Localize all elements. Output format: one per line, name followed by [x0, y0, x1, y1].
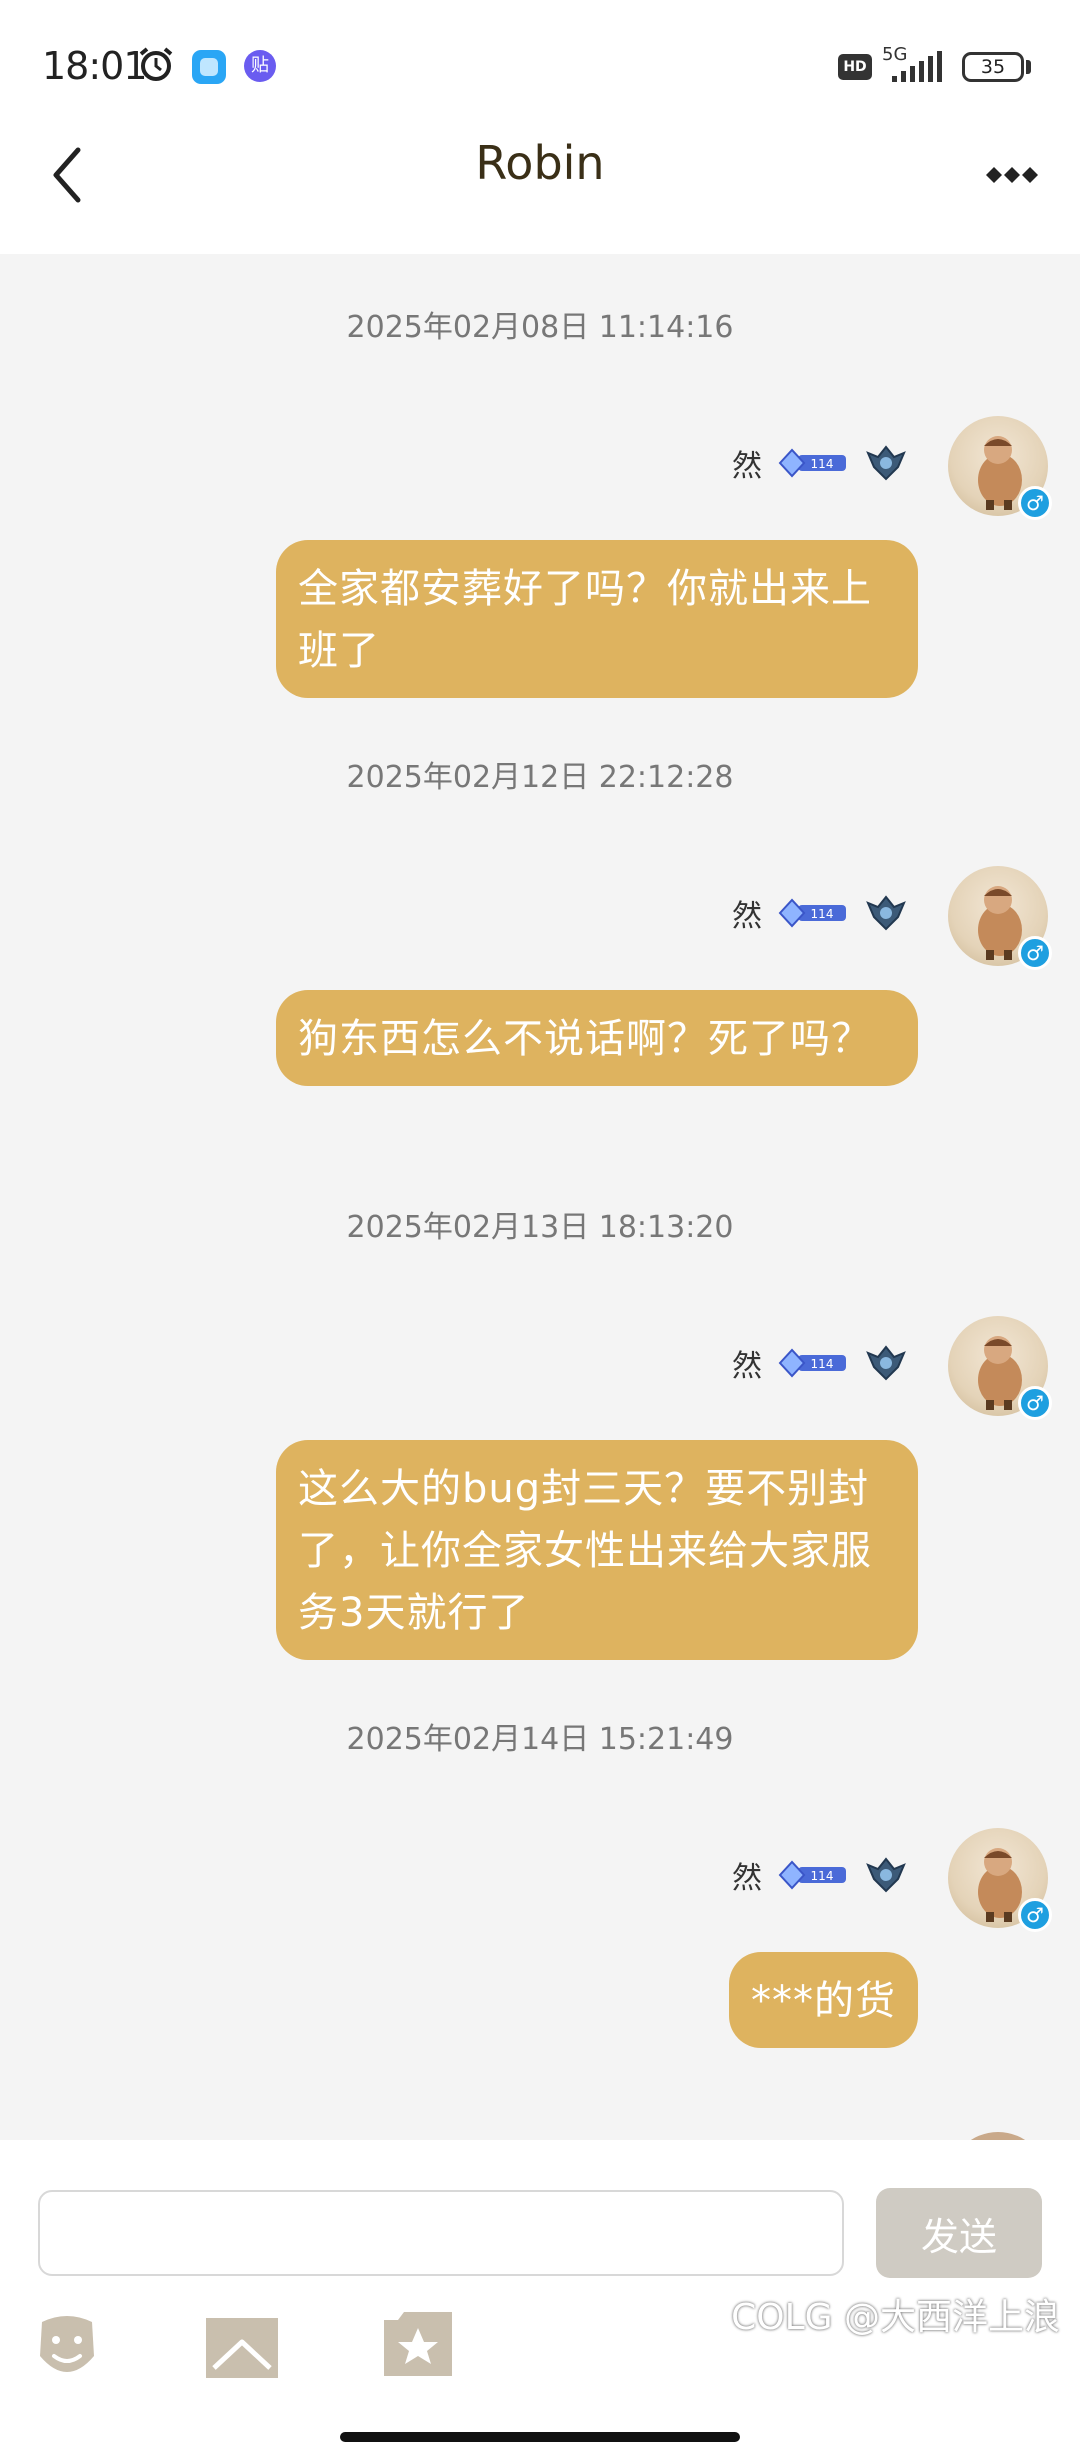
level-badge-icon: 114 [778, 1348, 846, 1378]
message-timestamp: 2025年02月08日 11:14:16 [346, 310, 734, 345]
watermark: COLG @大西洋上浪 [731, 2297, 1060, 2338]
status-time: 18:01 [42, 44, 148, 88]
sender-name: 然 [732, 899, 762, 934]
hd-indicator: HD [838, 54, 872, 80]
sender-name: 然 [732, 449, 762, 484]
rank-badge-icon [866, 445, 906, 481]
message-bubble[interactable]: 这么大的bug封三天？要不别封了，让你全家女性出来给大家服务3天就行了 [276, 1440, 918, 1660]
signal-icon [892, 51, 942, 82]
status-bar: 18:01 贴 HD 5G 35 [0, 0, 1080, 130]
sender-info: 然 114 [732, 888, 908, 938]
rank-badge-icon [866, 1857, 906, 1893]
send-button[interactable]: 发送 [876, 2188, 1042, 2278]
message-bubble[interactable]: 狗东西怎么不说话啊？死了吗？ [276, 990, 918, 1086]
level-badge-icon: 114 [778, 448, 846, 478]
svg-text:114: 114 [811, 1869, 834, 1883]
image-icon[interactable] [206, 2318, 278, 2378]
svg-text:114: 114 [811, 457, 834, 471]
message-input[interactable] [38, 2190, 844, 2276]
sticker-icon[interactable] [384, 2312, 452, 2376]
battery-tip [1026, 60, 1031, 74]
sender-info: 然 114 [732, 1850, 908, 1900]
message-timestamp: 2025年02月12日 22:12:28 [346, 760, 734, 795]
tieba-icon: 贴 [244, 50, 276, 82]
svg-text:114: 114 [811, 1357, 834, 1371]
gender-badge: ♂ [1018, 486, 1052, 520]
message-bubble[interactable]: ***的货 [729, 1952, 918, 2048]
message-timestamp: 2025年02月14日 15:21:49 [346, 1722, 734, 1757]
home-indicator[interactable] [340, 2432, 740, 2442]
message-composer: 发送 COLG @大西洋上浪 [0, 2140, 1080, 2460]
sender-name: 然 [732, 1349, 762, 1384]
gender-badge: ♂ [1018, 936, 1052, 970]
page-title: Robin [475, 136, 605, 190]
level-badge-icon: 114 [778, 898, 846, 928]
message-timestamp: 2025年02月13日 18:13:20 [346, 1210, 734, 1245]
sender-info: 然 114 [732, 438, 908, 488]
gender-badge: ♂ [1018, 1386, 1052, 1420]
sender-name: 然 [732, 1861, 762, 1896]
battery-level: 35 [980, 56, 1006, 78]
avatar[interactable] [948, 2132, 1048, 2140]
emoji-icon[interactable] [34, 2312, 100, 2382]
svg-text:114: 114 [811, 907, 834, 921]
sender-info: 然 114 [732, 1338, 908, 1388]
rank-badge-icon [866, 895, 906, 931]
battery-icon: 35 [962, 52, 1024, 82]
chat-header: Robin [0, 130, 1080, 254]
message-bubble[interactable]: 全家都安葬好了吗？你就出来上班了 [276, 540, 918, 698]
more-dots-icon[interactable] [976, 150, 1048, 200]
level-badge-icon: 114 [778, 1860, 846, 1890]
message-list[interactable]: 2025年02月08日 11:14:16 然 114 ♂ 全家都安葬好了吗？你就… [0, 254, 1080, 2140]
app-icon [192, 50, 226, 84]
gender-badge: ♂ [1018, 1898, 1052, 1932]
alarm-icon [139, 47, 173, 81]
rank-badge-icon [866, 1345, 906, 1381]
